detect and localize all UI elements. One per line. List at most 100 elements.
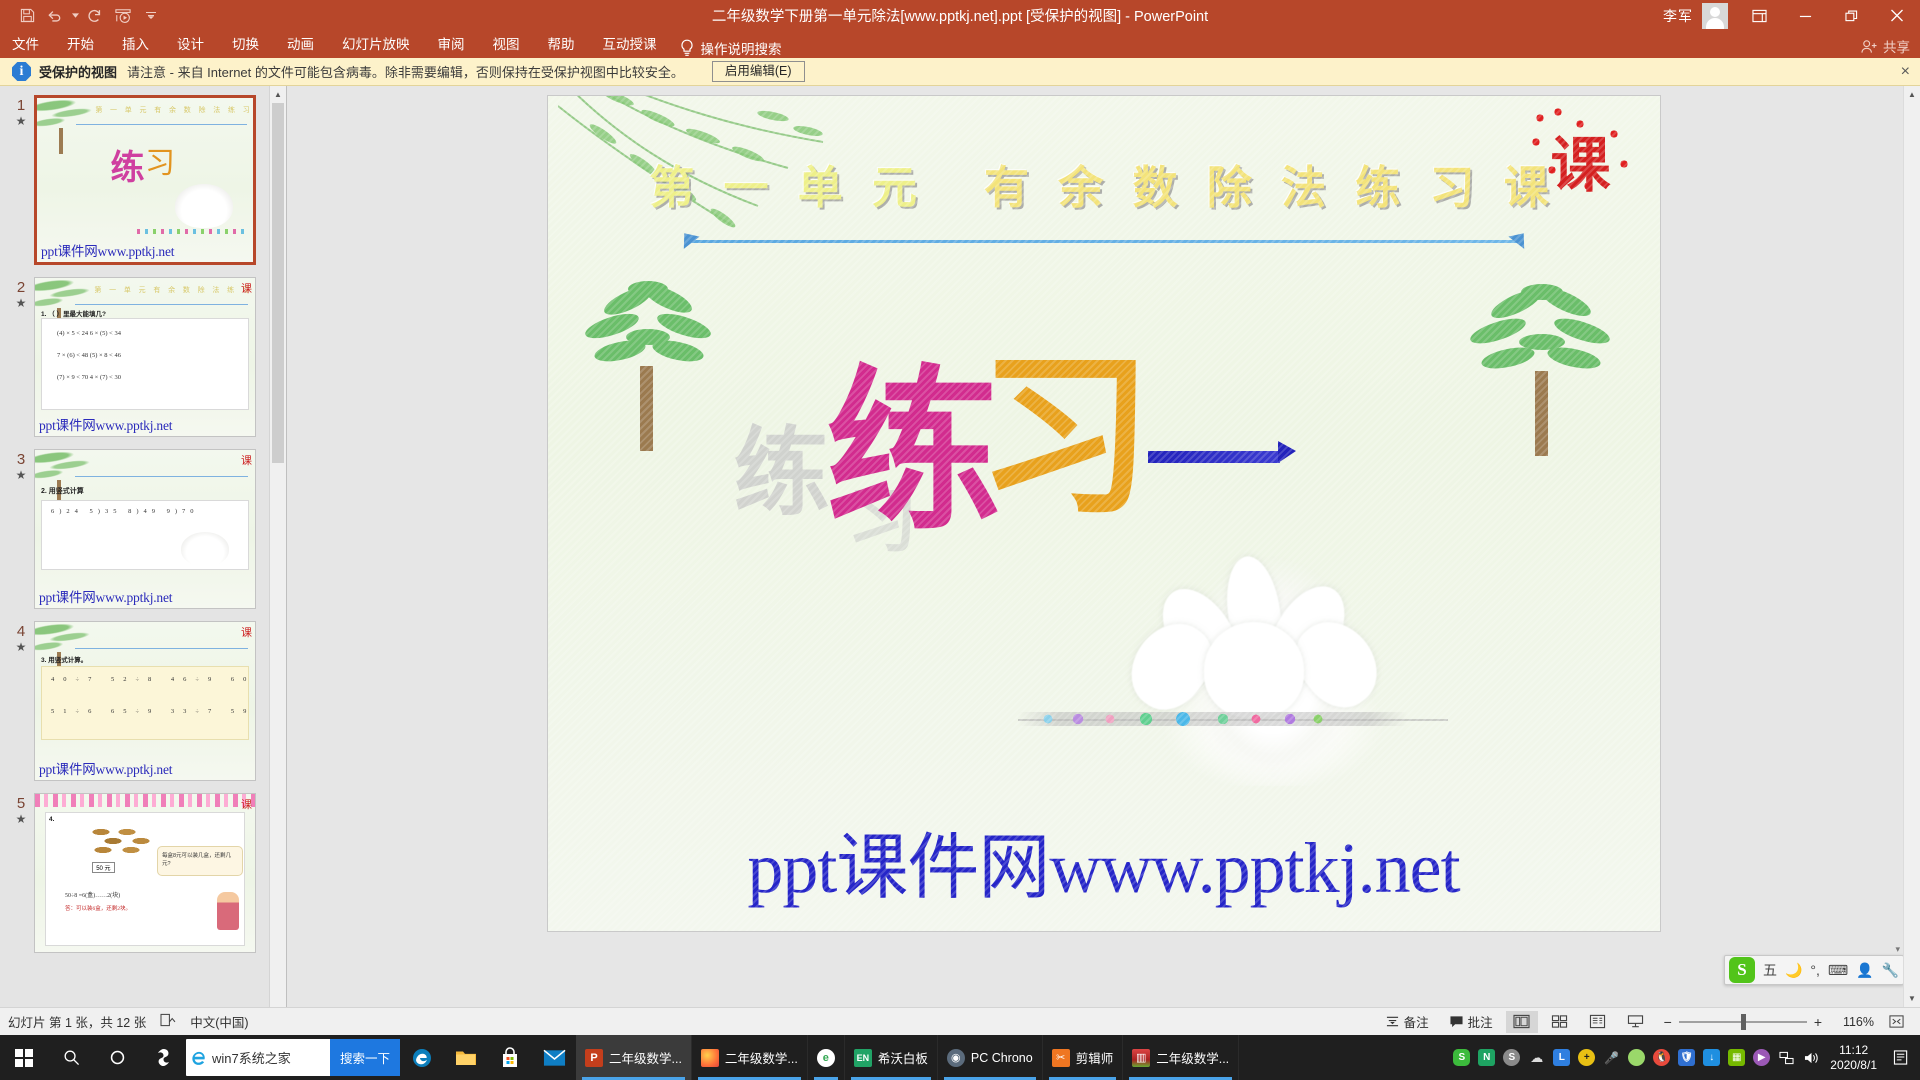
taskbar-app-powerpoint[interactable]: P 二年级数学...	[576, 1035, 692, 1080]
list-item[interactable]: 4 ★ 课 3. 用竖式计算。 40÷7 52÷8 46÷9 60÷8	[0, 618, 269, 790]
scroll-up-icon[interactable]: ▲	[1904, 86, 1920, 103]
close-icon[interactable]: ×	[1901, 63, 1910, 80]
tab-help[interactable]: 帮助	[534, 31, 589, 58]
moon-icon[interactable]: 🌙	[1785, 962, 1802, 979]
enable-editing-button[interactable]: 启用编辑(E)	[711, 61, 805, 82]
animation-star-icon[interactable]: ★	[8, 813, 34, 825]
sogou-ime-toolbar[interactable]: S 五 🌙 °, ⌨ 👤 🔧 ▾	[1723, 944, 1904, 985]
taskbar-app-editor[interactable]: ✂ 剪辑师	[1043, 1035, 1124, 1080]
media-tray-icon[interactable]: ▶	[1749, 1035, 1774, 1080]
animation-star-icon[interactable]: ★	[8, 469, 34, 481]
search-box[interactable]: win7系统之家 搜索一下	[186, 1039, 400, 1076]
sogou-tray-icon[interactable]: S	[1449, 1035, 1474, 1080]
customize-qat-icon[interactable]	[138, 4, 164, 28]
restore-button[interactable]	[1828, 0, 1874, 31]
pinned-mail[interactable]	[532, 1035, 576, 1080]
tab-interactive-teaching[interactable]: 互动授课	[589, 31, 671, 58]
language-label[interactable]: 中文(中国)	[190, 1012, 248, 1031]
scroll-up-icon[interactable]: ▲	[270, 86, 286, 103]
animation-star-icon[interactable]: ★	[8, 115, 34, 127]
tab-home[interactable]: 开始	[53, 31, 108, 58]
search-submit-button[interactable]: 搜索一下	[329, 1039, 400, 1076]
cortana-icon[interactable]	[94, 1035, 140, 1080]
scroll-down-icon[interactable]: ▼	[1904, 990, 1920, 1007]
sogou-browser-icon[interactable]	[140, 1035, 186, 1080]
keyboard-icon[interactable]: ⌨	[1828, 962, 1848, 979]
undo-dropdown-icon[interactable]	[70, 4, 80, 28]
punctuation-icon[interactable]: °,	[1810, 962, 1820, 978]
slide-scrollbar[interactable]: ▲ ▼	[1903, 86, 1920, 1007]
pinned-file-explorer[interactable]	[444, 1035, 488, 1080]
taskbar-app-winrar[interactable]: ▥ 二年级数学...	[1123, 1035, 1240, 1080]
big-char-xi[interactable]: 习	[978, 351, 1153, 526]
action-center-icon[interactable]	[1886, 1050, 1916, 1065]
zoom-level-label[interactable]: 116%	[1834, 1015, 1874, 1029]
tab-review[interactable]: 审阅	[424, 31, 479, 58]
security-tray-icon[interactable]: 🛡	[1674, 1035, 1699, 1080]
tab-animations[interactable]: 动画	[273, 31, 328, 58]
tab-view[interactable]: 视图	[479, 31, 534, 58]
input-mode-icon[interactable]: 五	[1763, 960, 1777, 980]
save-icon[interactable]	[14, 4, 40, 28]
comments-button[interactable]: 批注	[1442, 1010, 1500, 1033]
note-tray-icon[interactable]: N	[1474, 1035, 1499, 1080]
scrollbar-thumb[interactable]	[272, 103, 284, 463]
zoom-knob[interactable]	[1740, 1013, 1746, 1030]
zoom-track[interactable]	[1678, 1013, 1807, 1030]
tab-transitions[interactable]: 切换	[218, 31, 273, 58]
zoom-out-button[interactable]: −	[1664, 1014, 1672, 1030]
zoom-slider[interactable]: − +	[1664, 1013, 1822, 1030]
volume-icon[interactable]	[1799, 1035, 1824, 1080]
search-input[interactable]: win7系统之家	[212, 1048, 330, 1067]
taskbar-app-pcchrono[interactable]: ◉ PC Chrono	[938, 1035, 1043, 1080]
ribbon-display-options-icon[interactable]	[1736, 0, 1782, 31]
thumbnail-slide-1[interactable]: 第 一 单 元 有 余 数 除 法 练 习 课 练 习 ppt课件网www.pp…	[34, 95, 256, 265]
share-button[interactable]: 共享	[1861, 36, 1910, 56]
notes-button[interactable]: 备注	[1378, 1010, 1436, 1033]
slide-url-text[interactable]: ppt课件网www.pptkj.net	[548, 808, 1660, 913]
plus-tray-icon[interactable]: +	[1574, 1035, 1599, 1080]
slide-title[interactable]: 第 一 单 元有 余 数 除 法 练 习 课	[548, 151, 1660, 216]
list-item[interactable]: 1 ★ 第 一 单 元 有 余 数 除 法 练 习 课 练 习 ppt课件网ww…	[0, 92, 269, 274]
pinned-edge[interactable]	[400, 1035, 444, 1080]
sogou-logo-icon[interactable]: S	[1728, 957, 1755, 983]
microphone-tray-icon[interactable]: 🎤	[1599, 1035, 1624, 1080]
animation-star-icon[interactable]: ★	[8, 641, 34, 653]
taskbar-app-firefox[interactable]: 二年级数学...	[692, 1035, 808, 1080]
normal-view-button[interactable]	[1505, 1010, 1538, 1033]
big-char-lian[interactable]: 练	[826, 366, 1001, 541]
network-icon[interactable]	[1774, 1035, 1799, 1080]
search-icon[interactable]	[48, 1035, 94, 1080]
pinned-microsoft-store[interactable]	[488, 1035, 532, 1080]
undo-icon[interactable]	[42, 4, 68, 28]
clock[interactable]: 11:12 2020/8/1	[1824, 1043, 1886, 1073]
tab-design[interactable]: 设计	[163, 31, 218, 58]
minimize-button[interactable]	[1782, 0, 1828, 31]
start-slideshow-icon[interactable]	[110, 4, 136, 28]
thumbnail-slide-3[interactable]: 课 2. 用竖式计算 6)24 5)35 8)49 9)70 ppt课件网www…	[34, 449, 256, 609]
collapse-icon[interactable]: ▾	[1895, 944, 1900, 955]
list-item[interactable]: 2 ★ 第 一 单 元 有 余 数 除 法 练 习 课 课 1. （ ）里最大能…	[0, 274, 269, 446]
qq-tray-icon[interactable]: 🐧	[1649, 1035, 1674, 1080]
slide-sorter-button[interactable]	[1544, 1011, 1576, 1033]
slide-count-label[interactable]: 幻灯片 第 1 张，共 12 张	[8, 1012, 146, 1031]
taskbar-app-seewo[interactable]: EN 希沃白板	[845, 1035, 938, 1080]
thumbnail-scrollbar[interactable]: ▲	[269, 86, 286, 1007]
thumbnail-slide-2[interactable]: 第 一 单 元 有 余 数 除 法 练 习 课 课 1. （ ）里最大能填几? …	[34, 277, 256, 437]
nvidia-tray-icon[interactable]: ▦	[1724, 1035, 1749, 1080]
animation-star-icon[interactable]: ★	[8, 297, 34, 309]
tell-me-box[interactable]: 操作说明搜索	[671, 38, 782, 58]
big-char-yi[interactable]	[1147, 441, 1296, 463]
avatar[interactable]	[1702, 2, 1728, 29]
close-button[interactable]	[1874, 0, 1920, 31]
user-icon[interactable]: 👤	[1856, 962, 1873, 979]
tools-icon[interactable]: 🔧	[1882, 962, 1899, 979]
s-tray-icon[interactable]: S	[1499, 1035, 1524, 1080]
thumbnail-slide-4[interactable]: 课 3. 用竖式计算。 40÷7 52÷8 46÷9 60÷8 51÷6 65÷…	[34, 621, 256, 781]
taskbar-app-360browser[interactable]: e	[808, 1035, 845, 1080]
start-button[interactable]	[0, 1035, 48, 1080]
reading-view-button[interactable]	[1582, 1011, 1614, 1033]
thumbnail-slide-5[interactable]: 课 4. 50 元 每盒8元可以装几盒，还剩几元? 50÷8 =6(盒)……2(…	[34, 793, 256, 953]
spell-check-icon[interactable]	[160, 1013, 176, 1030]
onedrive-tray-icon[interactable]: ☁	[1524, 1035, 1549, 1080]
